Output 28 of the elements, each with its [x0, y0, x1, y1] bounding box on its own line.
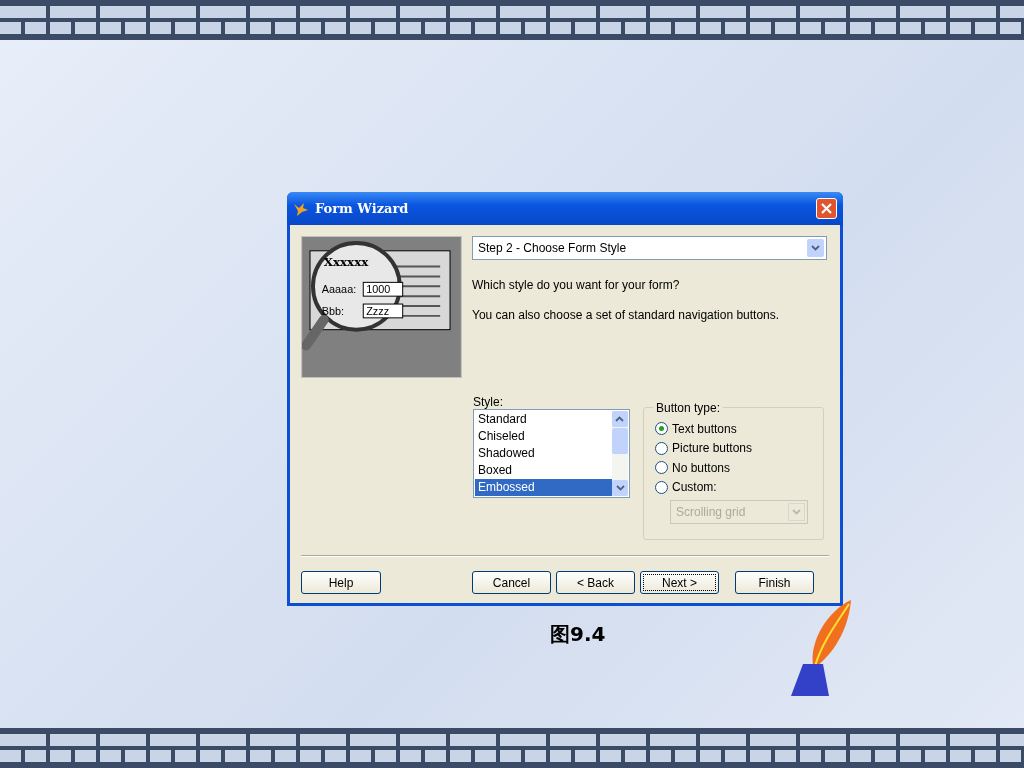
radio-option[interactable]: Text buttons — [655, 419, 812, 439]
figure-caption: 图9.4 — [550, 621, 606, 648]
close-button[interactable] — [816, 198, 837, 219]
dialog-button[interactable]: Cancel — [472, 571, 551, 594]
close-icon — [821, 203, 832, 214]
magnifier-form-drawing: Xxxxxx Aaaaa: 1000 Bbb: Zzzz — [301, 236, 462, 378]
dialog-button[interactable]: < Back — [556, 571, 635, 594]
radio-option[interactable]: No buttons — [655, 458, 812, 478]
dialog-button[interactable]: Next > — [640, 571, 719, 594]
instruction-text: You can also choose a set of standard navigation buttons. — [472, 307, 781, 324]
step-dropdown[interactable]: Step 2 - Choose Form Style — [472, 236, 827, 260]
window-title: Form Wizard — [315, 199, 410, 218]
radio-button[interactable] — [655, 441, 668, 455]
style-option[interactable]: Chiseled — [475, 428, 612, 445]
dialog-button[interactable]: Finish — [735, 571, 814, 594]
style-option[interactable]: Embossed — [475, 479, 612, 496]
radio-button[interactable] — [655, 461, 668, 475]
radio-option[interactable]: Custom: — [655, 477, 812, 497]
help-button[interactable]: Help — [301, 571, 381, 594]
radio-button[interactable] — [655, 480, 668, 494]
radio-button[interactable] — [655, 422, 668, 436]
style-option[interactable]: Shadowed — [475, 445, 612, 462]
style-label: Style: — [473, 394, 504, 408]
scrollbar[interactable] — [612, 411, 628, 496]
style-option[interactable]: Boxed — [475, 462, 612, 479]
style-option[interactable]: Standard — [475, 411, 612, 428]
radio-option[interactable]: Picture buttons — [655, 438, 812, 458]
instruction-text: Which style do you want for your form? — [472, 277, 681, 294]
